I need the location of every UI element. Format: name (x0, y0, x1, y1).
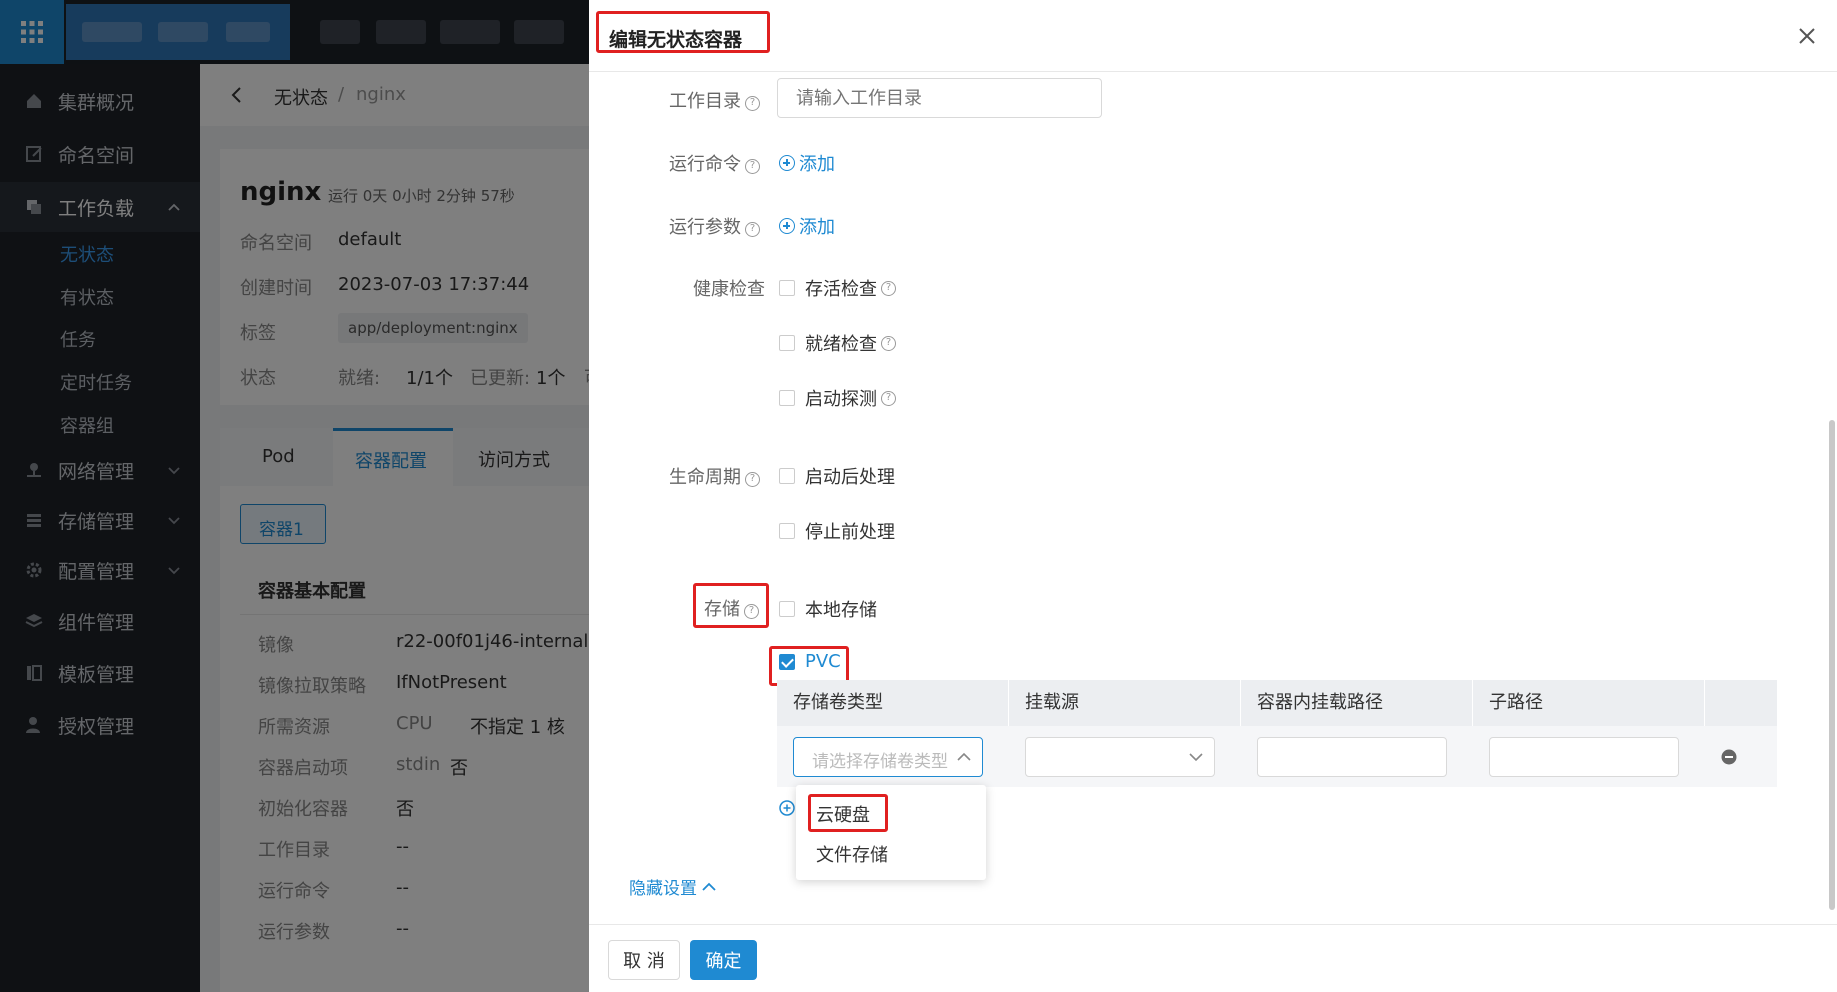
help-icon[interactable]: ? (745, 96, 760, 111)
col-mount-path: 容器内挂载路径 (1241, 680, 1473, 726)
run-args-label: 运行参数? (669, 213, 760, 239)
close-icon[interactable] (1797, 26, 1817, 46)
checkbox-box[interactable] (779, 390, 795, 406)
mount-source-select[interactable] (1025, 737, 1215, 777)
help-icon[interactable]: ? (881, 335, 896, 351)
add-command-button[interactable]: 添加 (779, 150, 835, 176)
add-label: 添加 (799, 154, 835, 175)
col-volume-type: 存储卷类型 (777, 680, 1009, 726)
highlight-box-title (596, 11, 770, 53)
volume-type-select[interactable]: 请选择存储卷类型 (793, 737, 983, 777)
add-args-button[interactable]: 添加 (779, 213, 835, 239)
volume-type-placeholder: 请选择存储卷类型 (812, 752, 948, 772)
help-icon[interactable]: ? (881, 390, 896, 406)
col-sub-path: 子路径 (1473, 680, 1705, 726)
edit-container-drawer: 编辑无状态容器 工作目录? 运行命令? 添加 运行参数? 添加 健康检查 存活检… (589, 0, 1837, 992)
local-storage-checkbox[interactable]: 本地存储 (779, 596, 877, 622)
plus-circle-icon (779, 155, 795, 171)
drawer-footer: 取 消 确定 (589, 924, 1837, 992)
help-icon[interactable]: ? (745, 159, 760, 174)
post-start-checkbox[interactable]: 启动后处理 (779, 463, 895, 489)
confirm-button[interactable]: 确定 (690, 940, 757, 980)
help-icon[interactable]: ? (745, 222, 760, 237)
pre-stop-label: 停止前处理 (805, 522, 895, 543)
liveness-checkbox[interactable]: 存活检查? (779, 275, 896, 301)
startup-label: 启动探测 (805, 389, 877, 410)
remove-circle-icon[interactable] (1721, 749, 1737, 765)
run-command-label: 运行命令? (669, 150, 760, 176)
pre-stop-checkbox[interactable]: 停止前处理 (779, 518, 895, 544)
checkbox-box[interactable] (779, 468, 795, 484)
scrollbar[interactable] (1829, 420, 1835, 910)
checkbox-box[interactable] (779, 280, 795, 296)
add-row-icon[interactable] (779, 800, 795, 816)
lifecycle-label: 生命周期? (669, 463, 760, 489)
hide-settings-link[interactable]: 隐藏设置 (629, 874, 717, 899)
pvc-table: 存储卷类型 挂载源 容器内挂载路径 子路径 请选择存储卷类型 (777, 680, 1777, 787)
mount-path-input[interactable] (1257, 737, 1447, 777)
highlight-box-storage (693, 583, 769, 628)
help-icon[interactable]: ? (745, 472, 760, 487)
post-start-label: 启动后处理 (805, 467, 895, 488)
cancel-button[interactable]: 取 消 (608, 940, 680, 980)
highlight-box-option (808, 794, 888, 832)
checkbox-box[interactable] (779, 523, 795, 539)
hide-settings-label: 隐藏设置 (629, 879, 697, 899)
chevron-up-icon (956, 750, 972, 764)
help-icon[interactable]: ? (881, 280, 896, 296)
drawer-header: 编辑无状态容器 (589, 0, 1837, 72)
option-file-storage[interactable]: 文件存储 (816, 841, 888, 867)
startup-probe-checkbox[interactable]: 启动探测? (779, 385, 896, 411)
add-label: 添加 (799, 217, 835, 238)
checkbox-box[interactable] (779, 601, 795, 617)
workdir-label: 工作目录? (669, 87, 760, 113)
chevron-up-icon (702, 882, 716, 891)
local-storage-label: 本地存储 (805, 600, 877, 621)
plus-circle-icon (779, 218, 795, 234)
health-check-label: 健康检查 (693, 279, 765, 300)
checkbox-box[interactable] (779, 335, 795, 351)
chevron-down-icon (1189, 753, 1203, 762)
workdir-input[interactable] (777, 78, 1102, 118)
readiness-label: 就绪检查 (805, 334, 877, 355)
liveness-label: 存活检查 (805, 279, 877, 300)
sub-path-input[interactable] (1489, 737, 1679, 777)
readiness-checkbox[interactable]: 就绪检查? (779, 330, 896, 356)
col-mount-source: 挂载源 (1009, 680, 1241, 726)
